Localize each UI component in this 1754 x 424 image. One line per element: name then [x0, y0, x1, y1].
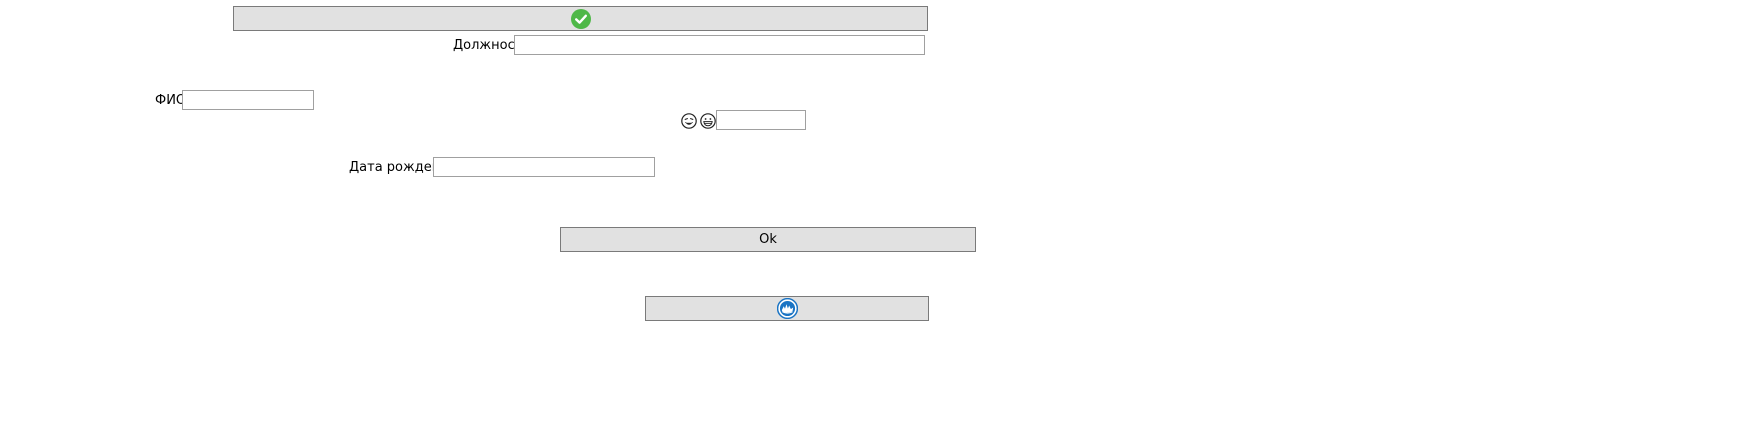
ok-button[interactable]: Ok: [560, 227, 976, 252]
birthdate-field[interactable]: [433, 157, 655, 177]
fio-field[interactable]: [182, 90, 314, 110]
check-circle-icon: [570, 8, 591, 29]
confirm-icon-button[interactable]: [233, 6, 928, 31]
logo-icon-button[interactable]: [645, 296, 929, 321]
emoji-field[interactable]: [716, 110, 806, 130]
blue-circle-logo-icon: [776, 297, 798, 320]
form-window: Должность ФИО Дата рождения Ok: [0, 0, 1754, 424]
position-field[interactable]: [514, 35, 925, 55]
laughing-face-icon: [681, 113, 697, 129]
grinning-face-icon: [700, 113, 716, 129]
